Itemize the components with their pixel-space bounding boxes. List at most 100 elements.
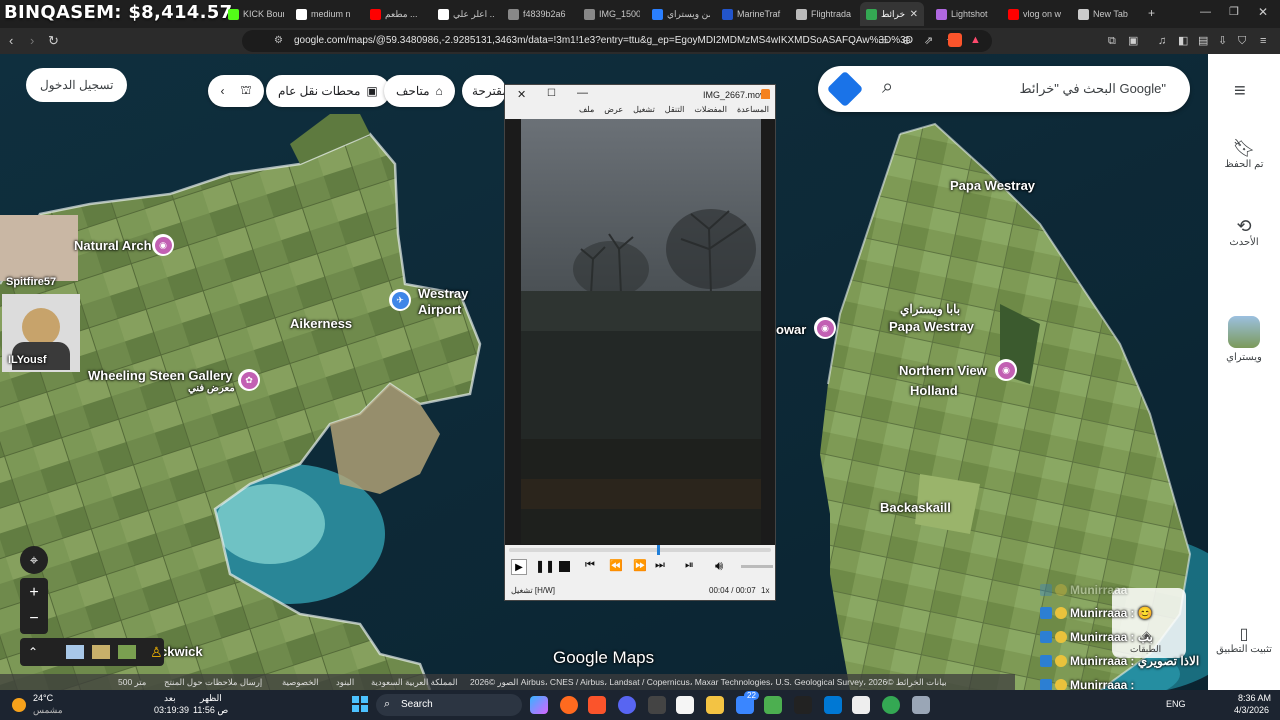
browser-tab[interactable]: اعلر علي ... <box>432 2 494 26</box>
tab-close-icon[interactable]: ✕ <box>910 9 918 20</box>
downloads-icon[interactable]: ⇩ <box>1218 33 1227 49</box>
close-icon[interactable]: ✕ <box>517 88 526 101</box>
spreadsheet-icon[interactable] <box>764 696 782 714</box>
search-input[interactable]: البحث في "خرائط Google" <box>1020 81 1166 97</box>
vscode-icon[interactable] <box>824 696 842 714</box>
clock-date[interactable]: 4/3/2026 <box>1234 705 1269 715</box>
maps-search-box[interactable]: ⌕ البحث في "خرائط Google" <box>818 66 1190 112</box>
vlc-player-window[interactable]: ✕ ☐ — IMG_2667.mov ملف عرض تشغيل التنقل المف… <box>504 84 776 601</box>
chip-museums[interactable]: متاحف ⌂ <box>384 75 455 107</box>
forward-icon[interactable]: › <box>30 33 34 49</box>
map-label-wheeling-steen[interactable]: Wheeling Steen Gallery <box>88 368 233 383</box>
map-pin-westray-airport[interactable]: ✈ <box>389 289 411 311</box>
new-tab-button[interactable]: + <box>1148 6 1155 20</box>
media-icon[interactable]: ♫ <box>1158 33 1166 49</box>
chat-username[interactable]: Munirraaa <box>1070 583 1127 597</box>
chat-username[interactable]: Munirraaa <box>1070 654 1127 668</box>
map-label-papa-westray-village[interactable]: Papa Westray <box>889 319 974 334</box>
volume-icon[interactable]: 🔊︎ <box>715 558 723 574</box>
pegman-icon[interactable]: ♙ <box>150 644 163 661</box>
wallet-icon[interactable]: ▤ <box>1198 33 1208 49</box>
brave-icon[interactable] <box>588 696 606 714</box>
browser-tab[interactable]: IMG_1500 <box>578 2 640 26</box>
map-label-papa-westray-island[interactable]: Papa Westray <box>950 178 1035 193</box>
vlc-menu-item[interactable]: عرض <box>604 105 623 119</box>
vlc-menu-item[interactable]: المفضلات <box>694 105 727 119</box>
directions-icon[interactable] <box>826 70 864 108</box>
pause-button[interactable]: ❚❚ <box>535 559 555 573</box>
search-icon[interactable]: ⌕ <box>882 76 893 99</box>
map-pin-northern-view[interactable]: ◉ <box>995 359 1017 381</box>
reload-icon[interactable]: ↻ <box>48 33 59 49</box>
rewind-button[interactable]: ⏪ <box>609 559 623 572</box>
browser-tab[interactable]: vlog on w <box>1002 2 1066 26</box>
previous-button[interactable]: ⏮ <box>585 559 595 572</box>
firefox-icon[interactable] <box>560 696 578 714</box>
clock-time[interactable]: 8:36 AM <box>1238 693 1271 703</box>
chip-transit[interactable]: محطات نقل عام ▣ <box>266 75 390 107</box>
sidebar-item-place[interactable]: ويستراي <box>1208 316 1280 363</box>
layer-thumbnail-satellite[interactable] <box>118 645 137 659</box>
menu-icon[interactable]: ≡ <box>1260 33 1266 49</box>
hamburger-menu-icon[interactable]: ≡ <box>1234 80 1246 103</box>
brave-rewards-icon[interactable]: ▲ <box>970 34 981 46</box>
share-icon[interactable]: ⇗ <box>924 34 933 47</box>
next-button[interactable]: ⏭ <box>655 559 665 572</box>
browser-tab[interactable]: New Tab <box>1072 2 1136 26</box>
restore-window-icon[interactable]: ❐ <box>1229 5 1239 18</box>
browser-tab[interactable]: Flightrada <box>790 2 854 26</box>
brave-shield-icon[interactable] <box>948 33 962 47</box>
screen-icon[interactable]: ▭ <box>878 34 888 47</box>
vlc-menu-item[interactable]: المساعدة <box>737 105 769 119</box>
file-explorer-icon[interactable] <box>706 696 724 714</box>
minimize-window-icon[interactable]: — <box>1200 6 1211 18</box>
map-label-aikerness[interactable]: Aikerness <box>290 316 352 331</box>
chip-suggested[interactable]: مقترحة <box>462 75 506 107</box>
browser-tab[interactable]: medium n <box>290 2 358 26</box>
chips-scroll-button[interactable]: ‹ ⛫ <box>208 75 264 107</box>
country-link[interactable]: المملكة العربية السعودية <box>371 677 458 688</box>
sidebar-item-recent[interactable]: ⟲ الأحدث <box>1208 216 1280 248</box>
github-icon[interactable] <box>648 696 666 714</box>
browser-tab[interactable]: من ويستراي <box>646 2 710 26</box>
zoom-out-button[interactable]: − <box>29 606 38 632</box>
taskbar-search-box[interactable]: ⌕ Search <box>376 694 522 716</box>
vlc-menu-item[interactable]: التنقل <box>665 105 685 119</box>
browser-tab[interactable]: Lightshot <box>930 2 996 26</box>
map-label-backaskaill[interactable]: Backaskaill <box>880 500 951 515</box>
close-window-icon[interactable]: ✕ <box>1258 5 1268 19</box>
capcut-icon[interactable] <box>794 696 812 714</box>
vpn-icon[interactable]: ⛉ <box>1238 33 1246 49</box>
fast-forward-button[interactable]: ⏩ <box>633 559 647 572</box>
privacy-link[interactable]: الخصوصية <box>282 677 319 688</box>
language-indicator[interactable]: ENG <box>1166 699 1186 709</box>
map-pin-howar[interactable]: ◉ <box>814 317 836 339</box>
maximize-icon[interactable]: ☐ <box>547 88 556 99</box>
vlc-seek-handle[interactable] <box>657 545 661 555</box>
layer-thumbnail-terrain[interactable] <box>92 645 111 659</box>
signin-button[interactable]: تسجيل الدخول <box>26 68 128 102</box>
start-button[interactable] <box>352 696 368 712</box>
browser-tab[interactable]: مطعم ... <box>364 2 426 26</box>
back-icon[interactable]: ‹ <box>9 33 13 49</box>
map-label-ackwick[interactable]: ckwick <box>160 644 203 659</box>
map-label-westray-airport[interactable]: Westray Airport <box>418 286 468 318</box>
stop-button[interactable] <box>559 561 570 572</box>
address-bar[interactable]: ⚙ google.com/maps/@59.3480986,-2.9285131… <box>242 30 992 52</box>
chevron-up-icon[interactable]: ⌃ <box>28 645 38 659</box>
map-label-wheeling-steen-ar[interactable]: معرض فني <box>188 383 235 394</box>
chat-username[interactable]: Munirraaa <box>1070 630 1127 644</box>
map-label-papa-westray-ar[interactable]: بابا ويستراي <box>900 302 960 316</box>
url-text[interactable]: google.com/maps/@59.3480986,-2.9285131,3… <box>294 35 913 46</box>
terms-link[interactable]: البنود <box>336 677 354 688</box>
app-icon[interactable] <box>912 696 930 714</box>
screenshot-icon[interactable]: ▣ <box>1128 33 1138 49</box>
map-pin-wheeling-steen[interactable]: ✿ <box>238 369 260 391</box>
browser-tab[interactable]: خرائط ✕ <box>860 2 924 26</box>
site-info-icon[interactable]: ⚙ <box>274 35 283 46</box>
sidebar-item-install[interactable]: ▯ تثبيت التطبيق <box>1208 624 1280 655</box>
frame-step-button[interactable]: ⏯ <box>685 559 694 572</box>
notion-app-icon[interactable] <box>852 696 870 714</box>
zoom-in-button[interactable]: + <box>29 580 38 606</box>
browser-tab[interactable]: KICK Boun <box>222 2 284 26</box>
